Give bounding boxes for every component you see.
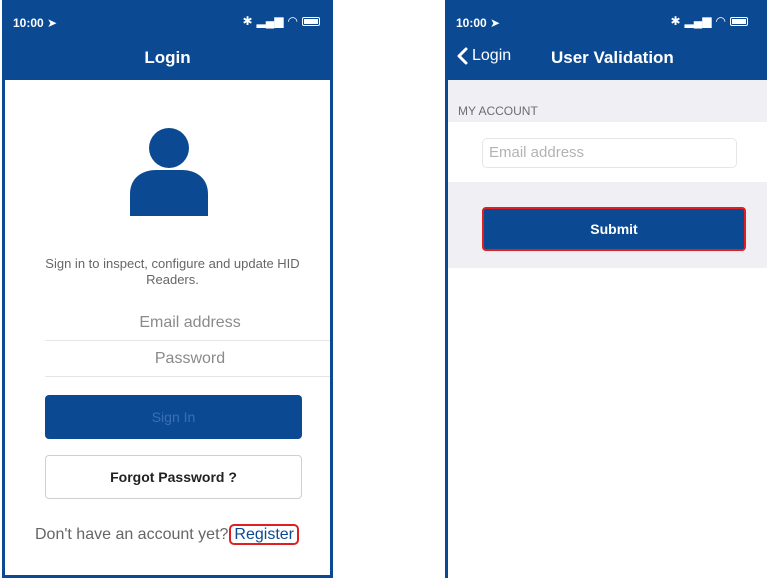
status-bar: 10:00 ➤ ✱ ▂▄▆ ◠ — [448, 0, 767, 38]
wifi-icon: ◠ — [715, 14, 726, 28]
cellular-signal-icon: ▂▄▆ — [256, 14, 284, 28]
cellular-signal-icon: ▂▄▆ — [684, 14, 712, 28]
register-link[interactable]: Register — [229, 524, 299, 545]
forgot-password-button[interactable]: Forgot Password ? — [45, 455, 302, 499]
no-account-text: Don't have an account yet? — [35, 526, 229, 543]
page-title: User Validation — [551, 48, 674, 67]
status-time: 10:00 ➤ — [13, 16, 58, 30]
user-validation-screen: 10:00 ➤ ✱ ▂▄▆ ◠ Login User Validation MY… — [445, 0, 767, 578]
battery-icon — [302, 16, 320, 26]
login-screen: 10:00 ➤ ✱ ▂▄▆ ◠ Login Sign in to inspect… — [2, 0, 333, 578]
section-header-bar: MY ACCOUNT — [448, 80, 767, 122]
back-label: Login — [472, 47, 512, 64]
account-cell: Email address — [448, 122, 767, 182]
sign-in-button[interactable]: Sign In — [45, 395, 302, 439]
back-chevron-icon — [457, 47, 468, 65]
login-description: Sign in to inspect, configure and update… — [45, 256, 300, 287]
submit-button[interactable]: Submit — [482, 207, 746, 251]
password-field[interactable]: Password — [45, 342, 330, 377]
wifi-icon: ◠ — [287, 14, 298, 28]
status-icons: ✱ ▂▄▆ ◠ — [670, 14, 748, 28]
location-arrow-icon: ➤ — [490, 16, 501, 30]
back-button[interactable]: Login — [456, 47, 511, 65]
page-title: Login — [144, 48, 191, 67]
register-row: Don't have an account yet? Register — [35, 524, 299, 545]
status-time: 10:00 ➤ — [456, 16, 501, 30]
nav-bar: Login User Validation — [448, 38, 767, 80]
email-input[interactable]: Email address — [482, 138, 737, 168]
nav-bar: Login — [5, 38, 330, 80]
bluetooth-icon: ✱ — [670, 14, 681, 28]
user-avatar-icon — [130, 128, 208, 216]
location-arrow-icon: ➤ — [47, 16, 58, 30]
battery-icon — [730, 16, 748, 26]
submit-section: Submit — [448, 182, 767, 268]
status-icons: ✱ ▂▄▆ ◠ — [242, 14, 320, 28]
status-bar: 10:00 ➤ ✱ ▂▄▆ ◠ — [5, 0, 330, 38]
email-field[interactable]: Email address — [45, 306, 330, 341]
section-header: MY ACCOUNT — [458, 104, 538, 118]
bluetooth-icon: ✱ — [242, 14, 253, 28]
